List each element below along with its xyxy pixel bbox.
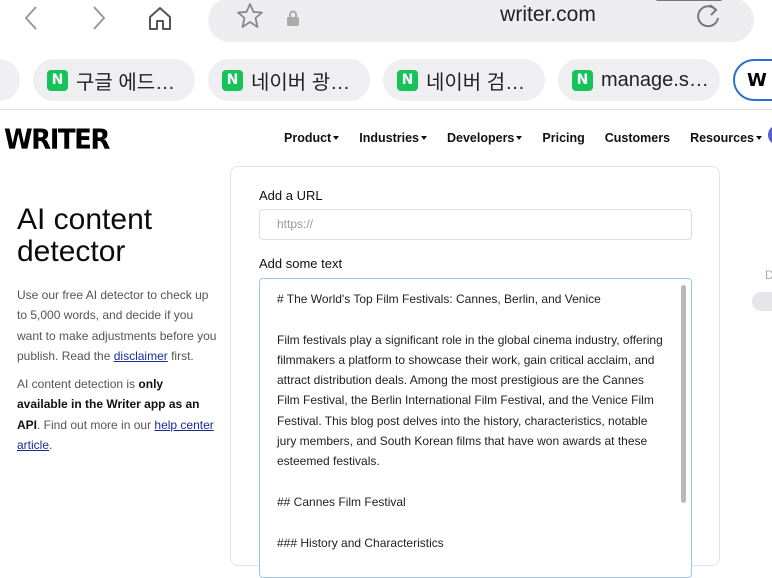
caret-down-icon <box>420 136 427 140</box>
caret-down-icon <box>333 136 340 140</box>
tab-naver-ads[interactable]: N 네이버 광… <box>208 59 370 101</box>
site-header: WRITER Product Industries Developers Pri… <box>0 110 772 166</box>
caret-down-icon <box>516 136 523 140</box>
tab-label: 네이버 광… <box>251 71 351 94</box>
nav-customers[interactable]: Customers <box>605 131 670 145</box>
tab-label: manage.s… <box>601 68 709 91</box>
tabs-strip: N 구글 에드… N 네이버 광… N 네이버 검… N manage.s… W <box>0 50 772 110</box>
reload-button[interactable] <box>694 2 722 30</box>
home-button[interactable] <box>146 4 174 32</box>
forward-button[interactable] <box>84 4 112 32</box>
disclaimer-link[interactable]: disclaimer <box>114 349 168 363</box>
results-label: D <box>765 268 772 282</box>
chevron-right-icon <box>93 6 106 30</box>
tab-label: 구글 에드… <box>76 71 176 94</box>
address-bar[interactable]: writer.com <box>208 0 754 42</box>
api-note: AI content detection is only available i… <box>17 377 214 453</box>
textarea-scrollbar[interactable] <box>681 285 686 503</box>
tab-writer-active[interactable]: W <box>733 59 772 101</box>
url-indicator <box>656 0 722 1</box>
tab-hidden[interactable] <box>0 59 20 101</box>
nav-industries[interactable]: Industries <box>359 131 427 145</box>
textarea-content: # The World's Top Film Festivals: Cannes… <box>277 292 663 550</box>
tab-google-ads[interactable]: N 구글 에드… <box>33 59 195 101</box>
caret-down-icon <box>756 136 762 140</box>
bookmark-button[interactable] <box>236 2 264 30</box>
naver-icon: N <box>222 69 243 91</box>
writer-favicon-icon: W <box>747 69 767 91</box>
nav-product[interactable]: Product <box>284 131 340 145</box>
nav-pricing[interactable]: Pricing <box>542 131 584 145</box>
hero-section: AI content detector Use our free AI dete… <box>17 204 217 455</box>
results-toggle[interactable] <box>752 292 772 311</box>
nav-developers[interactable]: Developers <box>447 131 523 145</box>
reload-icon <box>697 4 719 28</box>
page-title: AI content detector <box>17 203 153 268</box>
main-nav: Product Industries Developers Pricing Cu… <box>284 131 772 145</box>
naver-icon: N <box>397 69 418 91</box>
detector-card: Add a URL https:// Add some text # The W… <box>230 166 720 578</box>
tab-label: 네이버 검… <box>426 71 526 94</box>
star-icon <box>237 3 263 28</box>
browser-toolbar: writer.com <box>0 0 772 50</box>
naver-icon: N <box>572 69 593 91</box>
nav-resources[interactable]: Resources <box>690 131 762 145</box>
tab-naver-search[interactable]: N 네이버 검… <box>383 59 545 101</box>
url-input[interactable]: https:// <box>259 209 692 240</box>
home-icon <box>149 7 171 30</box>
url-label: Add a URL <box>259 188 323 203</box>
content-textarea[interactable]: # The World's Top Film Festivals: Cannes… <box>259 278 692 578</box>
writer-logo[interactable]: WRITER <box>4 124 110 156</box>
chevron-left-icon <box>24 6 37 30</box>
text-label: Add some text <box>259 256 343 271</box>
url-text: writer.com <box>500 3 596 26</box>
tab-manage[interactable]: N manage.s… <box>558 59 720 101</box>
results-panel <box>720 166 772 566</box>
lock-icon <box>286 10 300 31</box>
naver-icon: N <box>47 69 68 91</box>
hero-description: Use our free AI detector to check up to … <box>17 288 217 363</box>
back-button[interactable] <box>18 4 46 32</box>
